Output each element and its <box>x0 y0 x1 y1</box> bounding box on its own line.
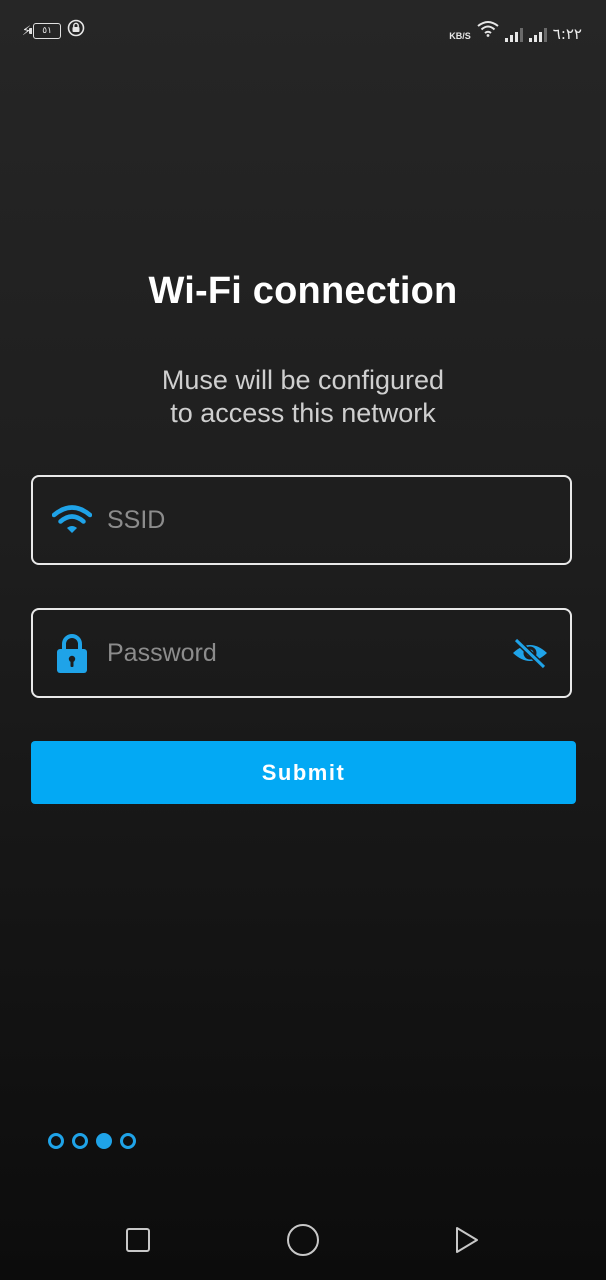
home-button[interactable] <box>283 1222 323 1262</box>
subtitle-line-1: Muse will be configured <box>161 365 445 395</box>
battery-indicator: ⚡ ٥١ <box>22 22 62 39</box>
recent-apps-icon <box>125 1227 151 1258</box>
page-dot <box>48 1133 64 1149</box>
subtitle-line-2: to access this network <box>170 398 436 428</box>
page-subtitle: Muse will be configured to access this n… <box>0 364 606 430</box>
page-dot-active <box>96 1133 112 1149</box>
page-dot <box>72 1133 88 1149</box>
recent-apps-button[interactable] <box>118 1222 158 1262</box>
lock-icon <box>51 632 93 674</box>
password-input[interactable] <box>107 633 508 673</box>
submit-button[interactable]: Submit <box>31 741 576 804</box>
clock: ٦:٢٢ <box>552 25 582 43</box>
status-bar: ⚡ ٥١ KB/S ٦:٢٢ <box>0 0 606 62</box>
page-dot <box>120 1133 136 1149</box>
wifi-status-icon <box>477 20 499 42</box>
eye-off-icon[interactable] <box>508 631 552 675</box>
battery-level: ٥١ <box>29 22 62 39</box>
signal-strength-2-icon <box>528 28 547 42</box>
back-icon <box>451 1225 481 1260</box>
ssid-field[interactable] <box>31 475 572 565</box>
signal-strength-icon <box>504 28 523 42</box>
network-speed: KB/S <box>449 31 471 41</box>
system-navigation-bar <box>0 1200 606 1280</box>
vpn-lock-icon <box>67 19 85 42</box>
status-left: ⚡ ٥١ <box>22 19 85 42</box>
wifi-icon <box>51 499 93 541</box>
page-title: Wi-Fi connection <box>148 270 458 312</box>
ssid-input[interactable] <box>107 500 570 540</box>
page-indicator <box>48 1133 136 1149</box>
back-button[interactable] <box>446 1222 486 1262</box>
status-right: KB/S ٦:٢٢ <box>449 20 582 42</box>
password-field[interactable] <box>31 608 572 698</box>
home-icon <box>286 1223 320 1262</box>
